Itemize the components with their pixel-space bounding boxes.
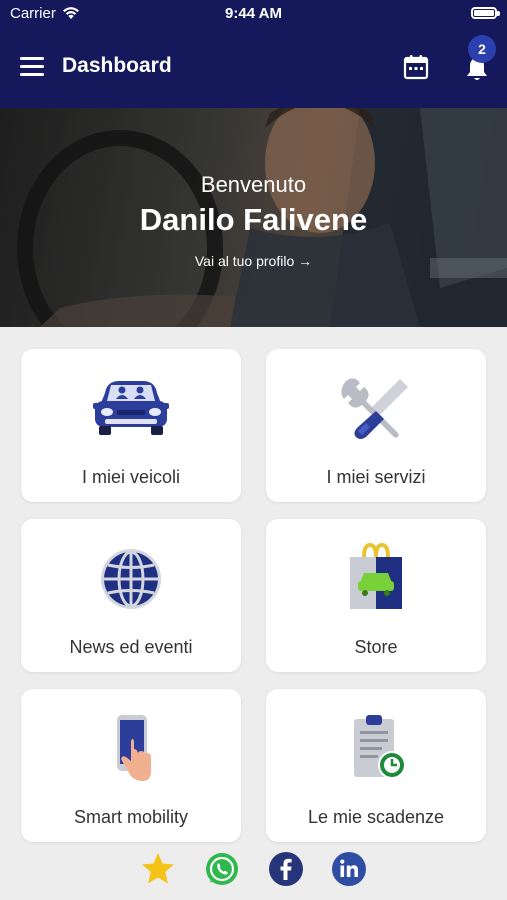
globe-icon	[101, 549, 161, 609]
car-icon	[93, 381, 169, 435]
hamburger-menu-icon[interactable]	[20, 57, 44, 77]
whatsapp-icon[interactable]	[204, 851, 240, 887]
carrier-label: Carrier	[10, 4, 56, 22]
tile-label: I miei servizi	[326, 467, 426, 487]
welcome-banner: Benvenuto Danilo Falivene Vai al tuo pro…	[0, 108, 507, 327]
tile-label: Le mie scadenze	[307, 807, 445, 827]
smartphone-touch-icon	[117, 715, 151, 781]
status-left: Carrier	[10, 5, 80, 22]
tile-smart-mobility[interactable]: Smart mobility	[21, 689, 241, 842]
tools-icon	[341, 378, 408, 439]
tile-label: Smart mobility	[73, 807, 189, 827]
tile-store[interactable]: Store	[266, 519, 486, 672]
tile-label: I miei veicoli	[81, 467, 181, 487]
shopping-bag-icon	[350, 543, 402, 609]
wifi-icon	[62, 7, 79, 19]
linkedin-icon[interactable]	[331, 851, 367, 887]
star-icon[interactable]	[140, 851, 176, 887]
page-title: Dashboard	[62, 54, 172, 77]
battery-icon	[471, 7, 500, 19]
notification-badge[interactable]: 2	[468, 35, 496, 63]
welcome-greeting: Benvenuto	[200, 172, 307, 197]
tile-news-events[interactable]: News ed eventi	[21, 519, 241, 672]
nav-bar: Dashboard 2	[0, 26, 507, 108]
tile-my-deadlines[interactable]: Le mie scadenze	[266, 689, 486, 842]
tile-label: Store	[354, 637, 398, 657]
clipboard-clock-icon	[354, 715, 406, 779]
tile-my-vehicles[interactable]: I miei veicoli	[21, 349, 241, 502]
profile-link[interactable]: Vai al tuo profilo →	[0, 253, 507, 269]
status-bar: Carrier 9:44 AM	[0, 0, 507, 26]
calendar-icon[interactable]	[403, 54, 429, 80]
tile-my-services[interactable]: I miei servizi	[266, 349, 486, 502]
user-name: Danilo Falivene	[139, 202, 368, 237]
tile-label: News ed eventi	[69, 637, 193, 657]
facebook-icon[interactable]	[268, 851, 304, 887]
